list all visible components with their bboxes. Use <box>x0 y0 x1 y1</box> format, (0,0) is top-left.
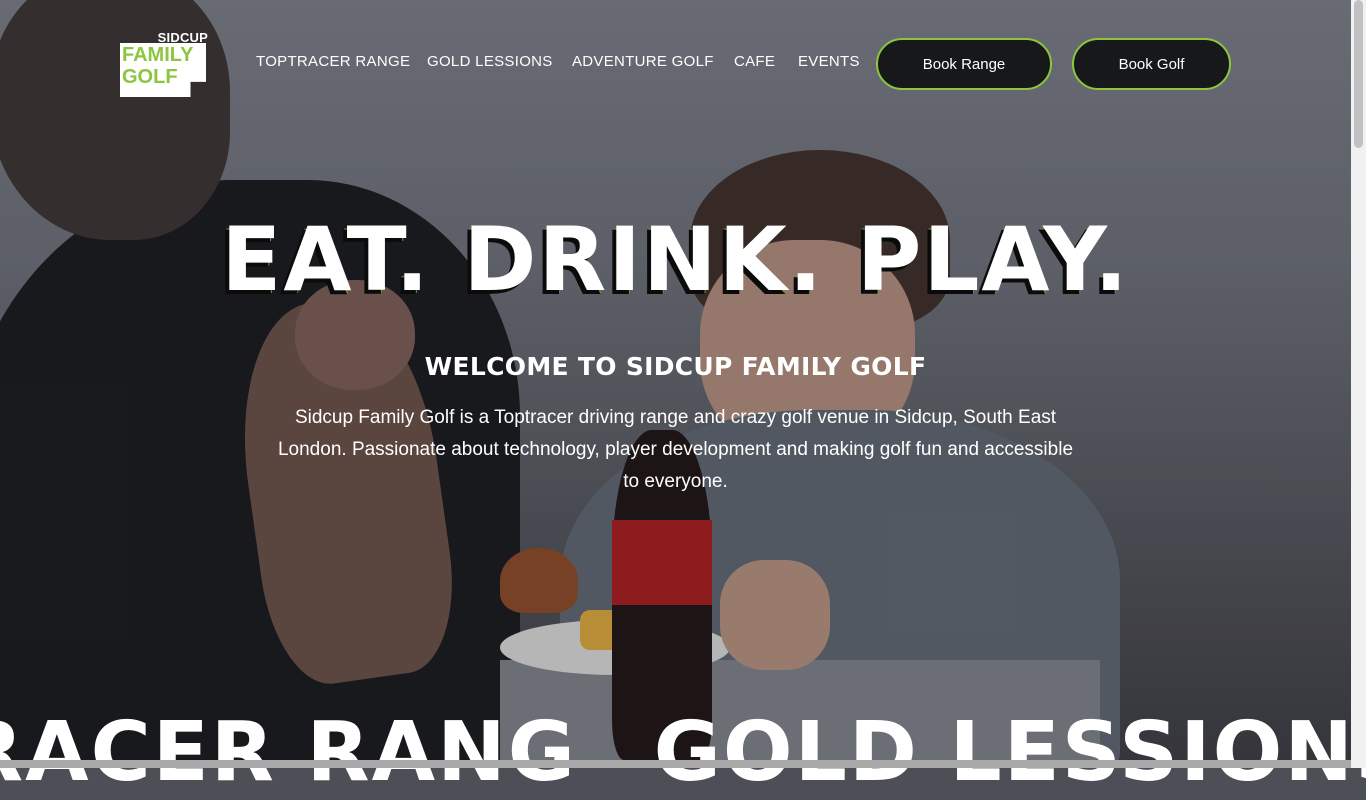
logo-top-text: SIDCUP <box>157 30 208 45</box>
logo-main-text: FAMILY GOLF <box>122 44 194 88</box>
marquee-item: GOLD LESSIONS <box>653 705 1366 800</box>
hero-background <box>0 0 1351 768</box>
site-logo[interactable]: SIDCUP FAMILY GOLF <box>120 30 210 98</box>
book-range-button[interactable]: Book Range <box>876 38 1052 90</box>
logo-line-1: FAMILY <box>122 44 194 66</box>
nav-adventure-golf[interactable]: ADVENTURE GOLF <box>572 53 714 70</box>
logo-line-2: GOLF <box>122 66 178 88</box>
bottom-strip <box>0 760 1351 768</box>
marquee-item: RACER RANG <box>0 705 578 800</box>
welcome-heading: WELCOME TO SIDCUP FAMILY GOLF <box>424 352 927 381</box>
hero-headline: EAT. DRINK. PLAY. <box>221 208 1130 311</box>
scrollbar-thumb[interactable] <box>1354 0 1363 148</box>
nav-gold-lessions[interactable]: GOLD LESSIONS <box>427 53 553 70</box>
book-golf-button[interactable]: Book Golf <box>1072 38 1231 90</box>
nav-events[interactable]: EVENTS <box>798 53 860 70</box>
hero-overlay <box>0 0 1351 768</box>
page-scrollbar[interactable] <box>1351 0 1366 768</box>
nav-toptracer-range[interactable]: TOPTRACER RANGE <box>256 53 410 70</box>
scrolling-marquee: RACER RANG GOLD LESSIONS <box>0 705 1366 800</box>
hero-description: Sidcup Family Golf is a Toptracer drivin… <box>277 407 1074 492</box>
nav-cafe[interactable]: CAFE <box>734 53 775 70</box>
